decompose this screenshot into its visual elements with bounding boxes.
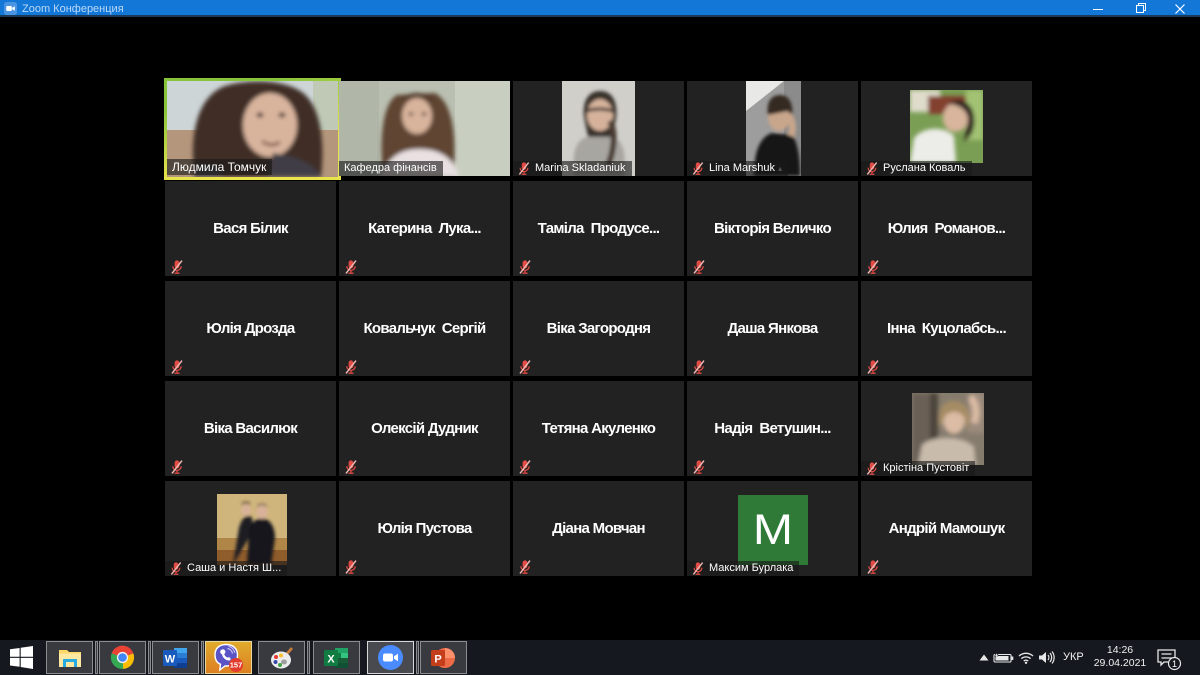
svg-text:P: P — [434, 653, 441, 665]
svg-text:W: W — [165, 653, 176, 665]
svg-text:157: 157 — [230, 660, 243, 669]
svg-text:1: 1 — [1172, 659, 1177, 669]
svg-text:X: X — [327, 653, 335, 665]
